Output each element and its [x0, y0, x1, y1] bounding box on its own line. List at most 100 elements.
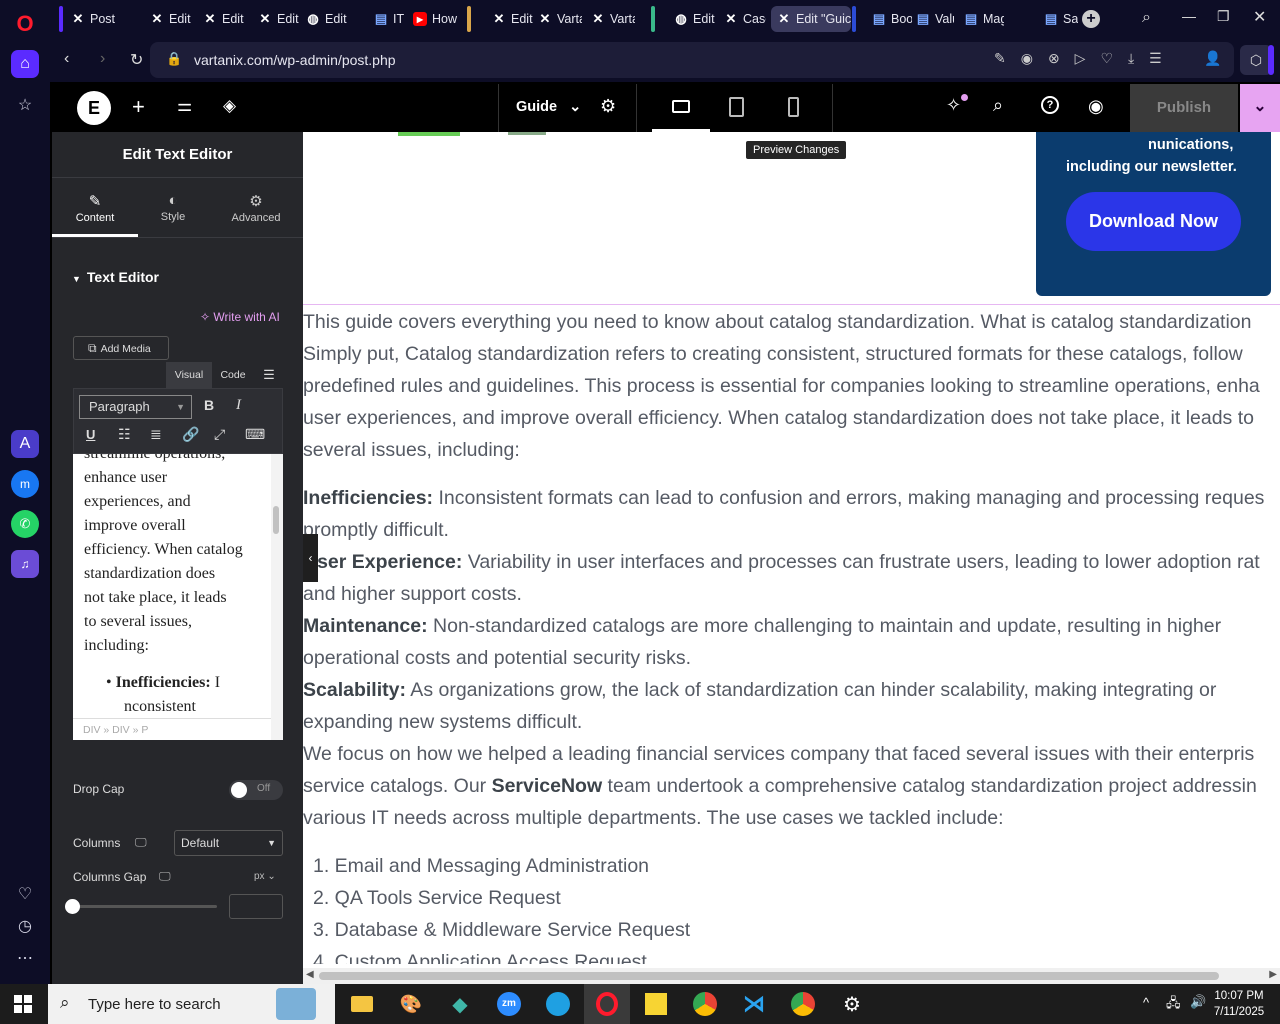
- taskbar-search-box[interactable]: ⌕ Type here to search: [48, 984, 335, 1024]
- browser-tab[interactable]: ▤ Boos: [866, 6, 912, 32]
- forward-button[interactable]: ›: [100, 50, 105, 68]
- browser-tab[interactable]: ✕ Edit "Guic: [771, 6, 851, 32]
- desktop-responsive-icon[interactable]: 🖵: [135, 835, 147, 850]
- addressbar-actions-icons[interactable]: ✎◉⊗▷♡⤓☰: [994, 50, 1177, 67]
- page-settings-icon[interactable]: ⚙: [600, 96, 616, 117]
- write-with-ai-button[interactable]: ✧ Write with AI: [200, 310, 280, 324]
- aria-icon[interactable]: A: [11, 430, 39, 458]
- link-icon[interactable]: 🔗: [182, 426, 199, 443]
- drop-cap-toggle[interactable]: Off: [229, 780, 283, 800]
- browser-tab[interactable]: ✕ Varta: [532, 6, 582, 32]
- add-element-icon[interactable]: +: [132, 94, 145, 120]
- browser-tab[interactable]: ✕ Edit: [197, 6, 247, 32]
- app-icon[interactable]: ◆: [437, 984, 483, 1024]
- chrome-icon[interactable]: [780, 984, 826, 1024]
- format-select[interactable]: Paragraph ▼: [79, 395, 192, 419]
- minimize-button[interactable]: —: [1182, 8, 1196, 24]
- search-icon[interactable]: ⌕: [993, 95, 1003, 116]
- browser-tab[interactable]: ▤ Mag: [958, 6, 1004, 32]
- scroll-right-icon[interactable]: ▶: [1269, 969, 1277, 980]
- file-explorer-icon[interactable]: [339, 984, 385, 1024]
- address-bar[interactable]: 🔒 vartanix.com/wp-admin/post.php ✎◉⊗▷♡⤓☰…: [150, 42, 1234, 78]
- desktop-responsive-icon[interactable]: 🖵: [159, 869, 171, 884]
- browser-tab[interactable]: ▤ Sales: [1038, 6, 1078, 32]
- close-window-button[interactable]: ✕: [1253, 7, 1266, 27]
- star-icon[interactable]: ☆: [11, 91, 39, 119]
- visual-tab[interactable]: Visual: [166, 362, 212, 388]
- settings-icon[interactable]: ⚙: [829, 984, 875, 1024]
- editor-scrollbar[interactable]: [271, 454, 283, 740]
- paint-icon[interactable]: 🎨: [388, 984, 434, 1024]
- home-icon[interactable]: ⌂: [11, 50, 39, 78]
- desktop-view-button[interactable]: [652, 84, 710, 132]
- back-button[interactable]: ‹: [64, 50, 69, 68]
- browser-tab[interactable]: ▶ How: [407, 6, 467, 32]
- slider-handle[interactable]: [65, 899, 80, 914]
- publish-options-chevron-icon[interactable]: ⌄: [1240, 84, 1280, 132]
- preview-eye-icon[interactable]: ◉: [1088, 96, 1104, 117]
- reload-button[interactable]: ↻: [130, 50, 143, 70]
- unit-select[interactable]: px ⌄: [254, 871, 276, 882]
- browser-tab[interactable]: ✕ Varta: [585, 6, 635, 32]
- browser-tab[interactable]: ◍ Edit: [300, 6, 362, 32]
- scroll-thumb[interactable]: [319, 972, 1219, 980]
- chrome-icon[interactable]: [682, 984, 728, 1024]
- tab-style[interactable]: ◐ Style: [138, 180, 208, 237]
- clock[interactable]: 10:07 PM 7/11/2025: [1212, 988, 1266, 1020]
- underline-button[interactable]: U: [86, 427, 95, 442]
- profile-icon[interactable]: 👤: [1204, 50, 1221, 67]
- page-selector[interactable]: Guide ⌄: [516, 99, 581, 115]
- browser-tab[interactable]: ▤ IT an: [368, 6, 404, 32]
- structure-layers-icon[interactable]: ◈: [223, 96, 236, 116]
- browser-tab[interactable]: ✕ Edit: [486, 6, 536, 32]
- heart-icon[interactable]: ♡: [11, 880, 39, 908]
- zoom-icon[interactable]: zm: [486, 984, 532, 1024]
- browser-tab[interactable]: ▤ Valu: [910, 6, 954, 32]
- columns-gap-slider[interactable]: [73, 905, 217, 908]
- numbered-list-icon[interactable]: ≣: [150, 426, 162, 443]
- keyboard-icon[interactable]: ⌨: [245, 426, 265, 443]
- browser-tab[interactable]: ✕ Case: [718, 6, 766, 32]
- section-header-text-editor[interactable]: ▼ Text Editor: [72, 269, 159, 285]
- help-icon[interactable]: ?: [1041, 96, 1059, 114]
- browser-tab[interactable]: ✕ Edit: [144, 6, 194, 32]
- opera-icon[interactable]: [584, 984, 630, 1024]
- tab-advanced[interactable]: ⚙ Advanced: [212, 180, 300, 237]
- code-tab[interactable]: Code: [212, 362, 254, 388]
- columns-select[interactable]: Default ▼: [174, 830, 283, 856]
- messenger-icon[interactable]: m: [11, 470, 39, 498]
- scroll-thumb[interactable]: [273, 506, 279, 534]
- notes-icon[interactable]: ✧: [946, 95, 961, 116]
- mobile-view-icon[interactable]: [788, 97, 799, 117]
- add-media-button[interactable]: ⧉ Add Media: [73, 336, 169, 360]
- volume-icon[interactable]: 🔊: [1190, 994, 1206, 1010]
- scroll-left-icon[interactable]: ◀: [306, 969, 314, 980]
- restore-button[interactable]: ❐: [1217, 8, 1230, 25]
- publish-button[interactable]: Publish: [1130, 84, 1238, 132]
- vscode-icon[interactable]: ⋊: [731, 984, 777, 1024]
- more-icon[interactable]: ⋯: [11, 944, 39, 972]
- browser-tab[interactable]: ✕ Edit: [252, 6, 302, 32]
- history-icon[interactable]: ◷: [11, 912, 39, 940]
- browser-tab[interactable]: ✕ Posts: [65, 6, 115, 32]
- download-now-button[interactable]: Download Now: [1066, 192, 1241, 251]
- tray-chevron-icon[interactable]: ^: [1143, 995, 1149, 1010]
- bullet-list-icon[interactable]: ☷: [118, 426, 131, 443]
- collapse-panel-button[interactable]: ‹: [303, 534, 318, 582]
- elementor-logo-icon[interactable]: E: [77, 91, 111, 125]
- italic-button[interactable]: I: [236, 397, 241, 414]
- music-player-icon[interactable]: ♫: [11, 550, 39, 578]
- browser-tab[interactable]: ◍ Edit: [668, 6, 720, 32]
- search-tabs-icon[interactable]: ⌕: [1142, 9, 1151, 27]
- opera-logo-icon[interactable]: O: [11, 10, 39, 38]
- fullscreen-icon[interactable]: ⤢: [214, 426, 225, 443]
- windows-start-icon[interactable]: [0, 984, 46, 1024]
- network-icon[interactable]: 🖧: [1166, 994, 1181, 1016]
- tablet-view-icon[interactable]: [729, 97, 744, 117]
- sticky-notes-icon[interactable]: [633, 984, 679, 1024]
- toolbar-toggle-icon[interactable]: ☰: [257, 364, 281, 386]
- new-tab-button[interactable]: +: [1082, 10, 1100, 28]
- site-settings-icon[interactable]: ⚌: [177, 96, 192, 116]
- columns-gap-input[interactable]: [229, 894, 283, 919]
- tab-content[interactable]: ✎ Content: [52, 180, 138, 237]
